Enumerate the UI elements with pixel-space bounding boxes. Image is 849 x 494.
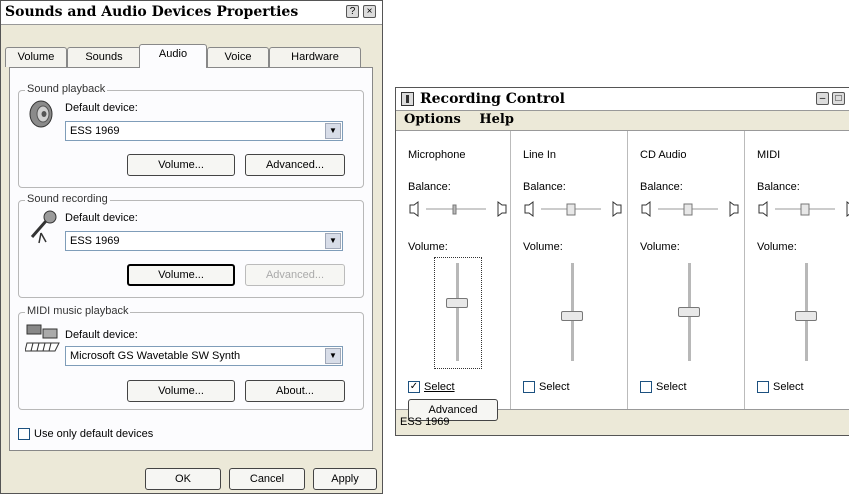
balance-label: Balance: (757, 181, 800, 193)
playback-device-select[interactable]: ESS 1969 ▼ (65, 121, 343, 141)
recording-volume-button[interactable]: Volume... (127, 264, 235, 286)
sound-recording-label: Sound recording (25, 193, 110, 205)
sound-properties-window: Sounds and Audio Devices Properties ? × … (0, 0, 383, 494)
recording-default-device-label: Default device: (65, 212, 138, 224)
sound-playback-label: Sound playback (25, 83, 108, 95)
recording-control-window: Recording Control – □ Options Help Micro… (395, 87, 849, 436)
tab-sounds[interactable]: Sounds (67, 47, 141, 67)
use-default-devices-label: Use only default devices (34, 428, 154, 440)
playback-advanced-button[interactable]: Advanced... (245, 154, 345, 176)
menu-help[interactable]: Help (479, 112, 514, 127)
midi-playback-label: MIDI music playback (25, 305, 131, 317)
select-label: Select (539, 381, 570, 393)
channel-name: MIDI (757, 149, 781, 161)
minimize-icon[interactable]: – (816, 92, 829, 105)
tab-volume[interactable]: Volume (5, 47, 67, 67)
select-checkbox[interactable] (523, 381, 535, 393)
recording-advanced-button: Advanced... (245, 264, 345, 286)
select-label: Select (656, 381, 687, 393)
tab-voice[interactable]: Voice (207, 47, 269, 67)
audio-tab-panel: Sound playback Default device: ESS 1969 … (9, 67, 373, 451)
select-label: Select (424, 381, 455, 393)
channel-microphone: Microphone Balance: Volume: ✓ Select Adv… (396, 131, 511, 421)
channel-line-in: Line In Balance: Volume: Select (511, 131, 628, 409)
select-checkbox[interactable] (640, 381, 652, 393)
midi-volume-button[interactable]: Volume... (127, 380, 235, 402)
menu-bar: Options Help (404, 112, 528, 127)
midi-playback-group: MIDI music playback Default device: Micr… (18, 305, 364, 410)
help-button[interactable]: ? (346, 5, 359, 18)
volume-label: Volume: (757, 241, 797, 253)
balance-slider[interactable] (757, 201, 849, 217)
balance-slider[interactable] (640, 201, 740, 217)
recording-device-select[interactable]: ESS 1969 ▼ (65, 231, 343, 251)
balance-label: Balance: (640, 181, 683, 193)
tab-hardware[interactable]: Hardware (269, 47, 361, 67)
cancel-button[interactable]: Cancel (229, 468, 305, 490)
speaker-icon (29, 100, 53, 128)
volume-slider-thumb[interactable] (678, 307, 700, 317)
balance-label: Balance: (408, 181, 451, 193)
select-label: Select (773, 381, 804, 393)
volume-slider-thumb[interactable] (561, 311, 583, 321)
tab-audio[interactable]: Audio (139, 44, 207, 68)
playback-volume-button[interactable]: Volume... (127, 154, 235, 176)
ok-button[interactable]: OK (145, 468, 221, 490)
playback-device-value: ESS 1969 (70, 125, 120, 137)
sound-recording-group: Sound recording Default device: ESS 1969… (18, 193, 364, 298)
volume-slider-thumb[interactable] (446, 298, 468, 308)
midi-device-select[interactable]: Microsoft GS Wavetable SW Synth ▼ (65, 346, 343, 366)
menu-options[interactable]: Options (404, 112, 461, 127)
volume-track (456, 263, 459, 361)
playback-default-device-label: Default device: (65, 102, 138, 114)
recording-title: Recording Control (420, 91, 565, 107)
maximize-icon[interactable]: □ (832, 92, 845, 105)
balance-label: Balance: (523, 181, 566, 193)
sound-playback-group: Sound playback Default device: ESS 1969 … (18, 83, 364, 188)
app-icon (401, 92, 414, 106)
select-checkbox[interactable] (757, 381, 769, 393)
channel-midi: MIDI Balance: Volume: Select (745, 131, 849, 409)
status-bar: ESS 1969 (400, 416, 450, 428)
apply-button[interactable]: Apply (313, 468, 377, 490)
balance-slider[interactable] (408, 201, 508, 217)
microphone-icon (30, 210, 57, 244)
properties-title: Sounds and Audio Devices Properties (5, 4, 299, 20)
chevron-down-icon[interactable]: ▼ (325, 348, 341, 364)
channel-name: CD Audio (640, 149, 687, 161)
chevron-down-icon[interactable]: ▼ (325, 123, 341, 139)
midi-device-value: Microsoft GS Wavetable SW Synth (70, 350, 241, 362)
volume-label: Volume: (640, 241, 680, 253)
channel-name: Line In (523, 149, 557, 161)
channel-name: Microphone (408, 149, 466, 161)
channel-cd-audio: CD Audio Balance: Volume: Select (628, 131, 745, 409)
properties-titlebar: Sounds and Audio Devices Properties ? × (1, 1, 382, 25)
volume-label: Volume: (523, 241, 563, 253)
recording-titlebar: Recording Control – □ (396, 88, 849, 111)
select-checkbox[interactable]: ✓ (408, 381, 420, 393)
use-default-devices-checkbox[interactable] (18, 428, 30, 440)
midi-default-device-label: Default device: (65, 329, 138, 341)
volume-label: Volume: (408, 241, 448, 253)
mixer-area: Microphone Balance: Volume: ✓ Select Adv… (396, 130, 849, 421)
balance-slider[interactable] (523, 201, 623, 217)
midi-keyboard-icon (25, 324, 60, 352)
volume-slider-thumb[interactable] (795, 311, 817, 321)
chevron-down-icon[interactable]: ▼ (325, 233, 341, 249)
recording-device-value: ESS 1969 (70, 235, 120, 247)
midi-about-button[interactable]: About... (245, 380, 345, 402)
close-button[interactable]: × (363, 5, 376, 18)
